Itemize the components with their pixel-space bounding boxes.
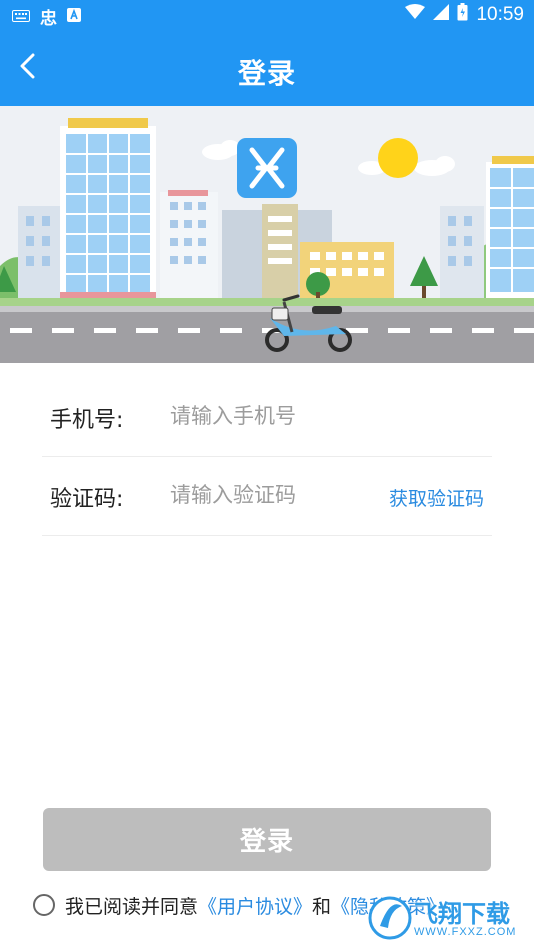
city-scene-image (0, 106, 534, 363)
page-title: 登录 (237, 57, 296, 90)
keyboard-icon (12, 8, 30, 26)
login-button[interactable]: 登录 (43, 808, 491, 871)
verification-code-input[interactable] (170, 475, 370, 515)
watermark-text: 飞翔下载 (414, 900, 510, 928)
code-label: 验证码: (50, 487, 124, 512)
signal-icon (433, 4, 450, 25)
banner-illustration (0, 106, 534, 363)
user-agreement-link[interactable]: 《用户协议》 (198, 892, 312, 919)
battery-icon (457, 3, 468, 26)
phone-row: 手机号: (42, 378, 492, 457)
wifi-icon (405, 4, 426, 25)
status-left: 忠 (12, 4, 81, 29)
watermark-logo-icon (368, 896, 412, 940)
notification-a-icon (67, 7, 81, 26)
watermark-url: WWW.FXXZ.COM (414, 926, 517, 938)
agreement-checkbox[interactable] (33, 894, 55, 916)
phone-input[interactable] (170, 396, 370, 436)
phone-label: 手机号: (50, 408, 124, 433)
carrier-icon: 忠 (40, 9, 57, 29)
agreement-conjunction: 和 (312, 895, 332, 918)
status-right: 10:59 (405, 3, 524, 26)
status-bar: 忠 10:59 (0, 0, 534, 29)
login-form: 手机号: 验证码: 获取验证码 (42, 378, 492, 536)
agreement-text: 我已阅读并同意 (65, 895, 199, 918)
status-time: 10:59 (476, 3, 524, 25)
get-code-button[interactable]: 获取验证码 (389, 484, 484, 511)
code-row: 验证码: 获取验证码 (42, 457, 492, 536)
app-bar: 登录 (0, 28, 534, 106)
watermark: 飞翔下载 WWW.FXXZ.COM (366, 888, 534, 950)
